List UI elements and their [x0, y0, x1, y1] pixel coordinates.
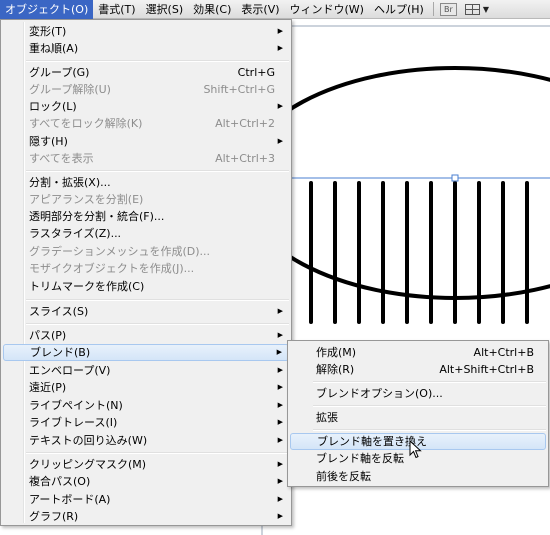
blend-make[interactable]: 作成(M) Alt+Ctrl+B — [290, 344, 546, 361]
menu-item-create-object-mosaic[interactable]: モザイクオブジェクトを作成(J)... — [3, 260, 289, 277]
blend-expand[interactable]: 拡張 — [290, 409, 546, 426]
chevron-down-icon: ▼ — [482, 4, 489, 14]
menu-item-hide[interactable]: 隠す(H) ▶ — [3, 133, 289, 150]
menu-separator — [26, 299, 289, 301]
object-menu: 変形(T) ▶ 重ね順(A) ▶ グループ(G) Ctrl+G グループ解除(U) Sh… — [0, 19, 292, 526]
anchor-point — [451, 174, 459, 182]
submenu-arrow-icon: ▶ — [277, 137, 283, 145]
submenu-arrow-icon: ▶ — [277, 460, 283, 468]
submenu-arrow-icon: ▶ — [276, 348, 282, 356]
menu-separator — [313, 429, 546, 431]
menu-separator — [26, 323, 289, 325]
menu-item-live-trace[interactable]: ライブトレース(I) ▶ — [3, 414, 289, 431]
blend-lines — [309, 181, 529, 324]
menu-item-ungroup[interactable]: グループ解除(U) Shift+Ctrl+G — [3, 81, 289, 98]
submenu-arrow-icon: ▶ — [277, 512, 283, 520]
bridge-icon[interactable]: Br — [439, 2, 457, 16]
menu-item-arrange[interactable]: 重ね順(A) ▶ — [3, 40, 289, 57]
submenu-arrow-icon: ▶ — [277, 495, 283, 503]
menu-type[interactable]: 書式(T) — [93, 0, 140, 19]
submenu-arrow-icon: ▶ — [277, 366, 283, 374]
submenu-arrow-icon: ▶ — [277, 307, 283, 315]
blend-submenu: 作成(M) Alt+Ctrl+B 解除(R) Alt+Shift+Ctrl+B ブレ… — [287, 340, 549, 487]
submenu-arrow-icon: ▶ — [277, 436, 283, 444]
menu-item-live-paint[interactable]: ライブペイント(N) ▶ — [3, 397, 289, 414]
menu-item-text-wrap[interactable]: テキストの回り込み(W) ▶ — [3, 432, 289, 449]
menu-window[interactable]: ウィンドウ(W) — [285, 0, 369, 19]
menu-item-lock[interactable]: ロック(L) ▶ — [3, 98, 289, 115]
menu-item-expand[interactable]: 分割・拡張(X)... — [3, 174, 289, 191]
menu-item-group[interactable]: グループ(G) Ctrl+G — [3, 64, 289, 81]
menu-item-create-gradient-mesh[interactable]: グラデーションメッシュを作成(D)... — [3, 243, 289, 260]
menu-item-show-all[interactable]: すべてを表示 Alt+Ctrl+3 — [3, 150, 289, 167]
arrange-documents-icon — [464, 3, 480, 15]
submenu-arrow-icon: ▶ — [277, 331, 283, 339]
menu-item-expand-appearance[interactable]: アピアランスを分割(E) — [3, 191, 289, 208]
menu-item-create-trim-marks[interactable]: トリムマークを作成(C) — [3, 278, 289, 295]
menu-item-unlock-all[interactable]: すべてをロック解除(K) Alt+Ctrl+2 — [3, 115, 289, 132]
menu-item-rasterize[interactable]: ラスタライズ(Z)... — [3, 225, 289, 242]
menu-item-slice[interactable]: スライス(S) ▶ — [3, 303, 289, 320]
mouse-cursor-icon — [409, 440, 422, 459]
menu-separator — [26, 452, 289, 454]
menu-item-clipping-mask[interactable]: クリッピングマスク(M) ▶ — [3, 456, 289, 473]
submenu-arrow-icon: ▶ — [277, 401, 283, 409]
menu-item-blend[interactable]: ブレンド(B) ▶ — [3, 344, 289, 361]
submenu-arrow-icon: ▶ — [277, 27, 283, 35]
submenu-arrow-icon: ▶ — [277, 383, 283, 391]
blend-options[interactable]: ブレンドオプション(O)... — [290, 385, 546, 402]
submenu-arrow-icon: ▶ — [277, 102, 283, 110]
workspace-switcher[interactable]: ▼ — [464, 3, 489, 15]
menu-item-transform[interactable]: 変形(T) ▶ — [3, 23, 289, 40]
blend-reverse-front-to-back[interactable]: 前後を反転 — [290, 468, 546, 485]
menu-item-perspective[interactable]: 遠近(P) ▶ — [3, 379, 289, 396]
submenu-arrow-icon: ▶ — [277, 418, 283, 426]
menu-item-compound-path[interactable]: 複合パス(O) ▶ — [3, 473, 289, 490]
menu-select[interactable]: 選択(S) — [141, 0, 189, 19]
menu-separator — [313, 381, 546, 383]
menu-item-flatten-transparency[interactable]: 透明部分を分割・統合(F)... — [3, 208, 289, 225]
submenu-arrow-icon: ▶ — [277, 477, 283, 485]
menu-help[interactable]: ヘルプ(H) — [369, 0, 429, 19]
menu-separator — [26, 170, 289, 172]
menu-object[interactable]: オブジェクト(O) — [0, 0, 94, 19]
menu-effect[interactable]: 効果(C) — [188, 0, 236, 19]
menubar-separator — [432, 2, 434, 16]
menu-item-envelope-distort[interactable]: エンベロープ(V) ▶ — [3, 362, 289, 379]
menu-view[interactable]: 表示(V) — [236, 0, 284, 19]
menu-separator — [26, 60, 289, 62]
menu-item-artboards[interactable]: アートボード(A) ▶ — [3, 491, 289, 508]
menu-separator — [313, 405, 546, 407]
submenu-arrow-icon: ▶ — [277, 44, 283, 52]
menu-item-graph[interactable]: グラフ(R) ▶ — [3, 508, 289, 525]
blend-release[interactable]: 解除(R) Alt+Shift+Ctrl+B — [290, 361, 546, 378]
menu-bar: オブジェクト(O) 書式(T) 選択(S) 効果(C) 表示(V) ウィンドウ(… — [0, 0, 550, 19]
menu-item-path[interactable]: パス(P) ▶ — [3, 327, 289, 344]
